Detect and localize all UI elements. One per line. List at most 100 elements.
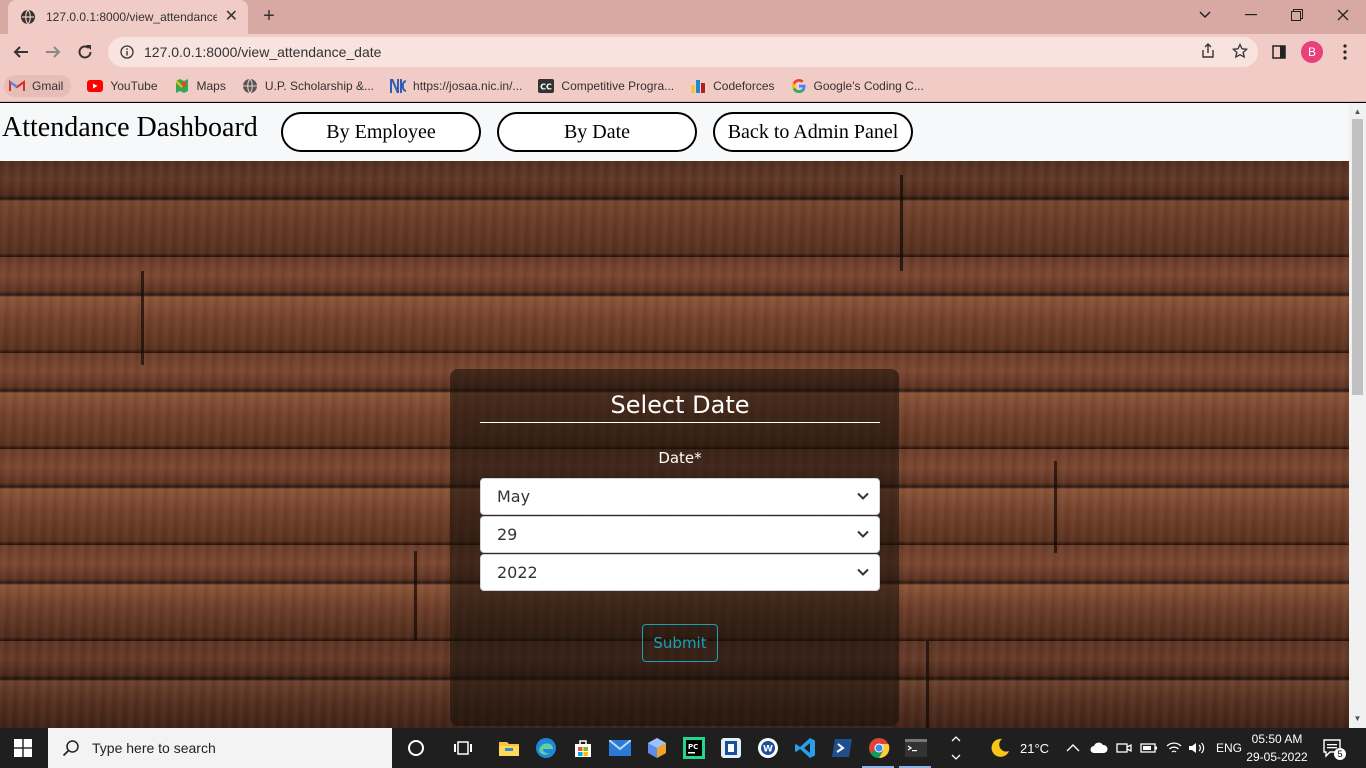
by-date-button[interactable]: By Date [497,112,697,152]
bookmark-label: Gmail [32,78,64,93]
codeblocks-icon[interactable] [719,736,743,760]
plank-seam [1054,461,1057,553]
show-hidden-icons-icon[interactable] [1066,743,1080,753]
scroll-up-icon[interactable]: ▲ [1353,107,1362,116]
volume-icon[interactable] [1188,741,1206,755]
windows-start-icon[interactable] [14,739,32,757]
moon-weather-icon [991,738,1009,757]
file-explorer-icon[interactable] [497,736,521,760]
bookmark-youtube[interactable]: YouTube [87,78,158,94]
submit-button[interactable]: Submit [642,624,718,662]
tab-search-icon[interactable] [1182,0,1228,30]
profile-avatar[interactable]: B [1301,41,1323,63]
arrow-right-icon [46,46,61,58]
restore-button[interactable] [1274,0,1320,30]
day-select[interactable]: 29 [480,516,880,553]
year-select[interactable]: 2022 [480,554,880,591]
taskbar-search-box[interactable]: Type here to search [48,728,392,768]
svg-text:W: W [763,745,773,755]
page-title: Attendance Dashboard [2,112,258,143]
minimize-button[interactable] [1228,0,1274,30]
month-select[interactable]: May [480,478,880,515]
profile-initial: B [1301,41,1323,63]
tray-icons: ENG [1066,728,1242,768]
bookmark-competitive-programming[interactable]: CC Competitive Progra... [538,78,674,94]
powershell-icon[interactable] [830,736,854,760]
chrome-icon[interactable] [867,736,891,760]
more-menu-icon[interactable] [1334,41,1356,63]
browser-tab-strip: 127.0.0.1:8000/view_attendance_ ✕ + [0,0,1366,34]
page-viewport: Attendance Dashboard By Employee By Date… [0,103,1349,728]
globe-icon [21,9,35,25]
clock-time: 05:50 AM [1251,732,1303,746]
side-panel-icon[interactable] [1268,41,1290,63]
cortana-icon[interactable] [404,736,428,760]
microsoft-store-icon[interactable] [571,736,595,760]
bookmark-label: Maps [196,78,226,93]
by-employee-button[interactable]: By Employee [281,112,481,152]
bookmark-label: Competitive Progra... [561,78,675,93]
word-app-icon[interactable]: W [756,736,780,760]
chevron-down-icon [857,530,869,538]
url-text: 127.0.0.1:8000/view_attendance_date [144,44,382,60]
clock-date: 29-05-2022 [1246,750,1308,764]
page-scrollbar[interactable]: ▲ ▼ [1349,103,1366,728]
bookmark-gmail[interactable]: Gmail [4,74,72,97]
reload-button[interactable] [74,41,96,63]
google-icon [791,78,807,94]
notification-center[interactable]: 5 [1322,728,1346,768]
edge-icon[interactable] [534,736,558,760]
3d-viewer-icon[interactable] [645,736,669,760]
search-placeholder: Type here to search [92,740,216,756]
taskbar-scroll-control[interactable] [950,728,962,768]
plank-seam [414,551,417,641]
plank-seam [141,271,144,365]
notification-badge: 5 [1334,748,1346,760]
browser-tab[interactable]: 127.0.0.1:8000/view_attendance_ ✕ [8,0,248,34]
vscode-icon[interactable] [793,736,817,760]
chevron-down-icon [857,492,869,500]
tab-title: 127.0.0.1:8000/view_attendance_ [46,10,217,24]
task-view-icon[interactable] [451,736,475,760]
mail-icon[interactable] [608,736,632,760]
wifi-icon[interactable] [1166,741,1182,755]
svg-text:CC: CC [541,82,553,91]
day-value: 29 [497,525,518,544]
maps-icon [174,78,190,94]
scrollbar-thumb[interactable] [1352,119,1363,395]
scroll-down-icon[interactable]: ▼ [1353,714,1362,723]
bookmark-label: Google's Coding C... [813,78,924,93]
weather-temp: 21°C [1020,740,1050,756]
forward-button[interactable] [42,41,64,63]
back-button[interactable] [10,41,32,63]
meet-now-icon[interactable] [1116,741,1132,755]
share-icon[interactable] [1200,43,1216,59]
system-clock[interactable]: 05:50 AM 29-05-2022 [1240,730,1314,766]
bookmark-maps[interactable]: Maps [174,78,226,94]
bookmark-up-scholarship[interactable]: U.P. Scholarship &... [242,78,374,94]
youtube-icon [87,78,104,94]
pycharm-icon[interactable]: PC [682,736,706,760]
info-icon[interactable] [120,45,134,59]
svg-text:PC: PC [688,743,698,751]
chevron-updown-icon [951,736,961,760]
select-date-card: Select Date Date* May 29 2022 Submit [450,369,899,726]
close-window-button[interactable] [1320,0,1366,30]
bookmark-google-coding[interactable]: Google's Coding C... [791,78,924,94]
bookmark-josaa[interactable]: https://josaa.nic.in/... [390,78,522,94]
bookmark-codeforces[interactable]: Codeforces [690,78,775,94]
close-tab-icon[interactable]: ✕ [225,9,238,25]
star-icon[interactable] [1232,43,1248,59]
onedrive-icon[interactable] [1090,742,1108,754]
bookmark-label: https://josaa.nic.in/... [413,78,523,93]
new-tab-button[interactable]: + [258,6,280,28]
address-bar[interactable]: 127.0.0.1:8000/view_attendance_date [108,37,1258,67]
weather-widget[interactable]: 21°C [988,728,1049,768]
language-indicator[interactable]: ENG [1216,741,1242,755]
nic-icon [390,78,407,94]
battery-icon[interactable] [1140,742,1158,754]
globe-icon [242,78,258,94]
back-to-admin-button[interactable]: Back to Admin Panel [713,112,913,152]
year-value: 2022 [497,563,538,582]
terminal-icon[interactable] [904,736,928,760]
